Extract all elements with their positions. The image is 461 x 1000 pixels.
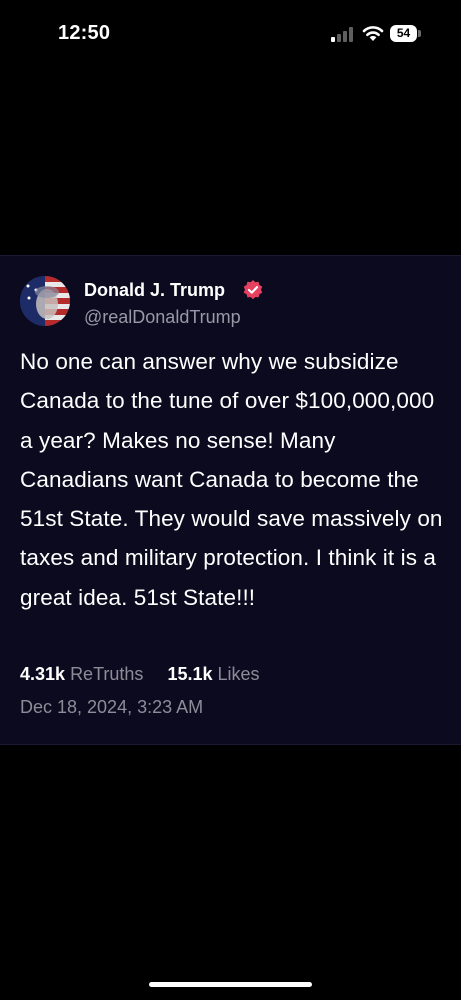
battery-level: 54: [390, 25, 417, 42]
author-handle[interactable]: @realDonaldTrump: [84, 307, 241, 328]
likes-label: Likes: [217, 664, 260, 684]
retruths-count: 4.31k: [20, 664, 66, 684]
likes-count: 15.1k: [167, 664, 213, 684]
battery-cap: [418, 30, 421, 37]
avatar-image: [20, 276, 70, 326]
battery-icon: 54: [390, 25, 422, 43]
retruths-label: ReTruths: [70, 664, 144, 684]
home-indicator[interactable]: [149, 982, 312, 987]
post-card[interactable]: Donald J. Trump @realDonaldTrump No one …: [0, 255, 461, 745]
cellular-signal-icon: [331, 27, 353, 42]
likes-stat[interactable]: 15.1k Likes: [167, 664, 259, 684]
post-stats: 4.31k ReTruths 15.1k Likes: [20, 664, 260, 685]
status-time: 12:50: [58, 22, 111, 44]
avatar[interactable]: [20, 276, 70, 326]
status-bar: 12:50 54: [0, 0, 461, 70]
wifi-icon: [362, 26, 384, 41]
author-name[interactable]: Donald J. Trump: [84, 280, 225, 301]
post-timestamp: Dec 18, 2024, 3:23 AM: [20, 697, 204, 717]
verified-badge-icon: [243, 280, 263, 300]
retruths-stat[interactable]: 4.31k ReTruths: [20, 664, 148, 684]
post-text: No one can answer why we subsidize Canad…: [20, 349, 443, 610]
